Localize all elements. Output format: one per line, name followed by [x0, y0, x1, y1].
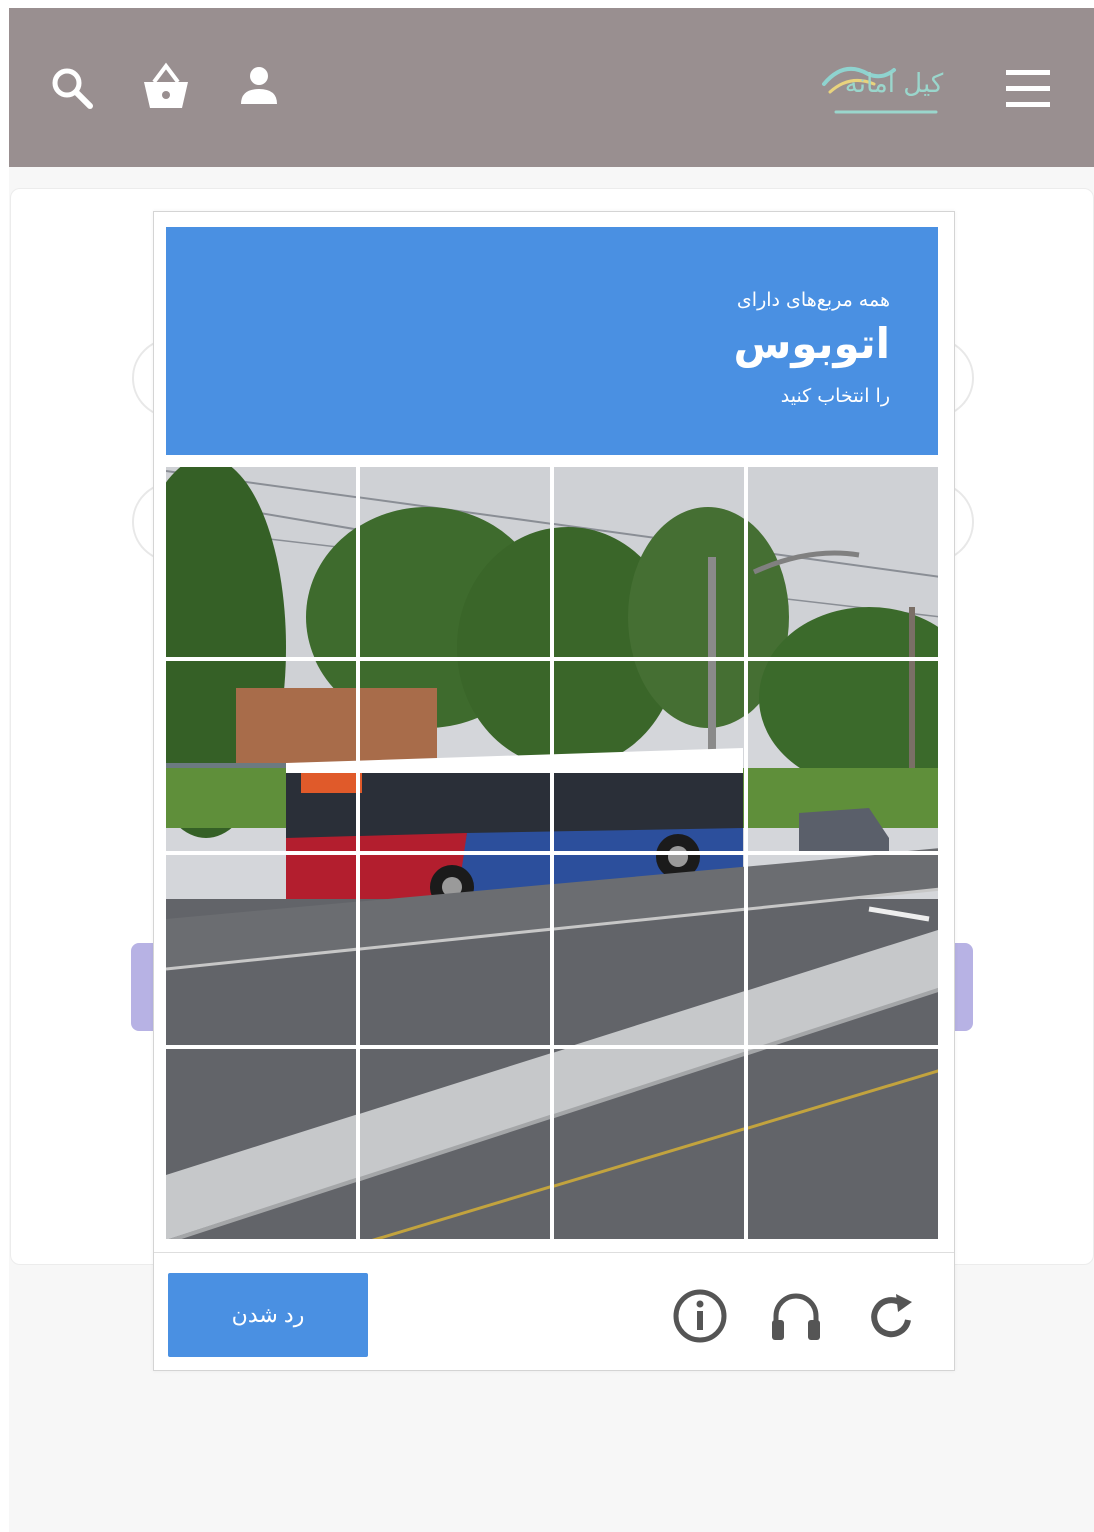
challenge-prompt: همه مربع‌های دارای [736, 289, 890, 311]
image-tile[interactable] [360, 467, 550, 657]
menu-icon[interactable] [1000, 66, 1056, 112]
logo-text: کیل امانه [845, 69, 944, 99]
image-tile[interactable] [748, 1049, 938, 1239]
challenge-header: همه مربع‌های دارای اتوبوس را انتخاب کنید [166, 227, 938, 455]
image-tile[interactable] [554, 467, 744, 657]
headphones-icon[interactable] [764, 1284, 828, 1348]
skip-button[interactable]: رد شدن [168, 1273, 368, 1357]
footer-divider [154, 1252, 954, 1253]
info-icon[interactable] [668, 1284, 732, 1348]
image-tile[interactable] [554, 661, 744, 851]
image-grid [166, 467, 938, 1239]
image-tile[interactable] [166, 661, 356, 851]
challenge-target: اتوبوس [733, 319, 890, 368]
image-tile[interactable] [166, 1049, 356, 1239]
image-tile[interactable] [360, 855, 550, 1045]
search-icon[interactable] [42, 58, 102, 118]
image-tile[interactable] [360, 1049, 550, 1239]
image-tile[interactable] [554, 1049, 744, 1239]
reload-icon[interactable] [860, 1284, 924, 1348]
basket-icon[interactable] [136, 58, 196, 118]
image-tile[interactable] [748, 661, 938, 851]
image-tile[interactable] [166, 467, 356, 657]
site-logo[interactable]: کیل امانه [816, 48, 956, 128]
captcha-dialog: همه مربع‌های دارای اتوبوس را انتخاب کنید… [153, 211, 955, 1371]
image-tile[interactable] [360, 661, 550, 851]
image-tile[interactable] [166, 855, 356, 1045]
image-tile[interactable] [554, 855, 744, 1045]
challenge-instruction: را انتخاب کنید [780, 385, 890, 407]
image-tile[interactable] [748, 467, 938, 657]
user-icon[interactable] [229, 58, 289, 118]
image-tile[interactable] [748, 855, 938, 1045]
